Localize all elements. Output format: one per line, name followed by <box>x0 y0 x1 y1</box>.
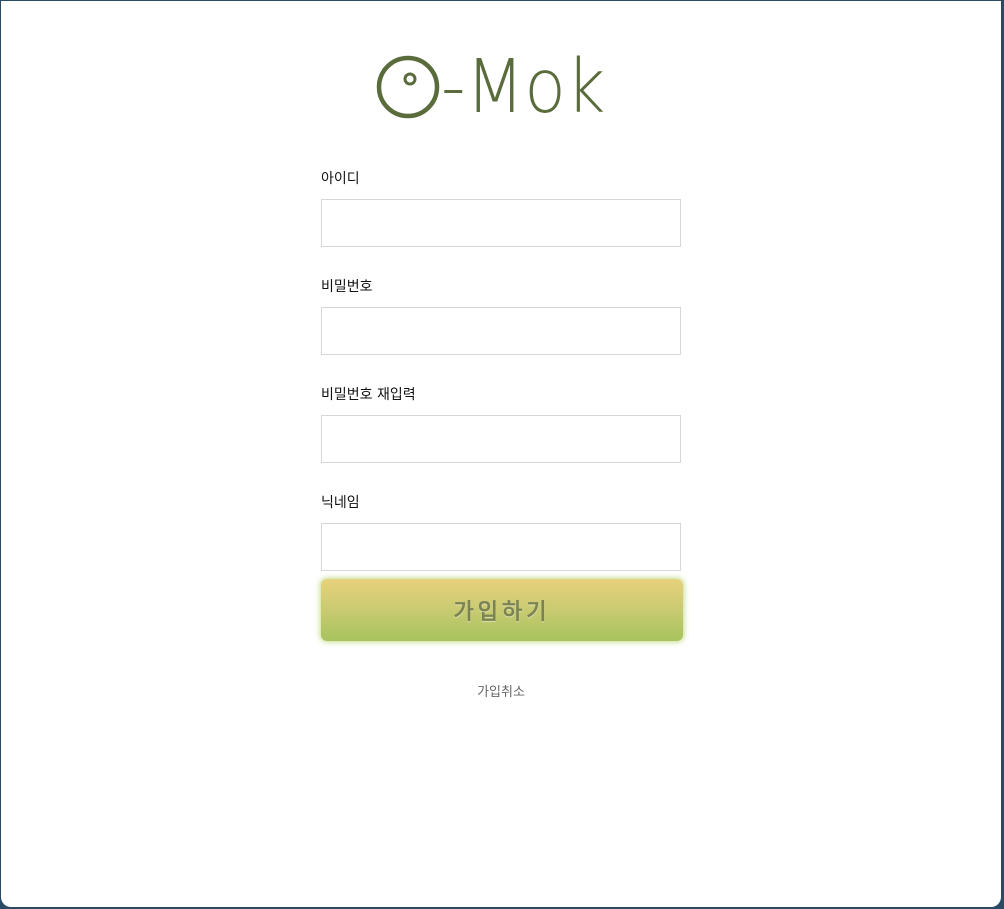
nickname-input[interactable] <box>321 523 681 571</box>
password-confirm-label: 비밀번호 재입력 <box>321 387 416 403</box>
field-nickname: 닉네임 <box>321 493 683 571</box>
password-label: 비밀번호 <box>321 279 373 295</box>
field-id: 아이디 <box>321 169 683 247</box>
id-label: 아이디 <box>321 171 360 187</box>
signup-window: -Mok 아이디 비밀번호 비밀번호 재입력 닉네임 가입하기 가입취소 <box>1 1 1001 907</box>
logo-text: -Mok <box>441 44 606 130</box>
cancel-signup-link[interactable]: 가입취소 <box>421 681 581 700</box>
logo-circle-icon <box>376 55 440 119</box>
signup-button[interactable]: 가입하기 <box>321 579 683 641</box>
omok-logo: -Mok <box>375 44 635 130</box>
field-password-confirm: 비밀번호 재입력 <box>321 385 683 463</box>
password-confirm-input[interactable] <box>321 415 681 463</box>
nickname-label: 닉네임 <box>321 495 360 511</box>
id-input[interactable] <box>321 199 681 247</box>
field-password: 비밀번호 <box>321 277 683 355</box>
password-input[interactable] <box>321 307 681 355</box>
signup-form: 아이디 비밀번호 비밀번호 재입력 닉네임 <box>321 169 683 571</box>
